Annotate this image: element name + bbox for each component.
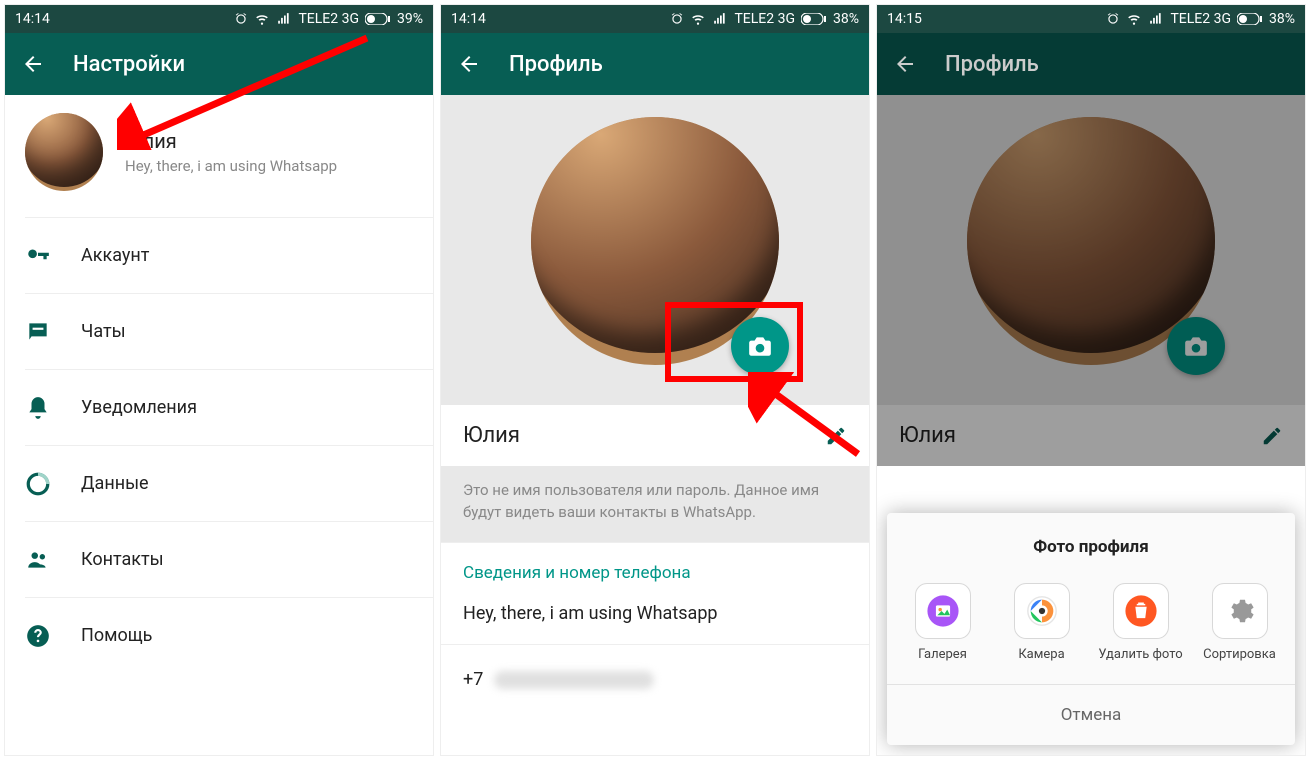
camera-icon [747,333,773,359]
menu-data[interactable]: Данные [25,445,433,521]
pencil-icon[interactable] [825,425,847,447]
status-time: 14:14 [451,11,486,27]
battery-percent: 38% [833,11,859,27]
profile-photo-section [441,95,869,405]
key-icon [25,243,51,269]
dialog-option-gallery[interactable]: Галерея [898,583,988,662]
about-value[interactable]: Hey, there, i am using Whatsapp [441,591,869,644]
dialog-cancel-button[interactable]: Отмена [887,684,1295,745]
wifi-icon [254,12,270,26]
name-value: Юлия [899,423,956,448]
battery-icon [801,13,827,25]
profile-photo-section [877,95,1305,405]
menu-account[interactable]: Аккаунт [25,217,433,293]
menu-label: Контакты [81,549,164,570]
gear-icon [1212,583,1268,639]
phone-row[interactable]: +7 [441,644,869,710]
help-icon [25,623,51,649]
dialog-title: Фото профиля [887,513,1295,565]
menu-label: Аккаунт [81,245,149,266]
contacts-icon [25,547,51,573]
carrier-label: TELE2 3G [734,11,795,27]
change-photo-button[interactable] [731,317,789,375]
name-row: Юлия [877,405,1305,466]
menu-label: Данные [81,473,149,494]
status-bar: 14:15 TELE2 3G 38% [877,5,1305,33]
app-header: Настройки [5,33,433,95]
carrier-label: TELE2 3G [298,11,359,27]
menu-label: Уведомления [81,397,197,418]
signal-icon [712,12,728,26]
app-header: Профиль [441,33,869,95]
status-time: 14:14 [15,11,50,27]
photo-dialog: Фото профиля Галерея Камера Удалить фото [887,513,1295,745]
option-label: Сортировка [1203,647,1276,662]
camera-color-icon [1014,583,1070,639]
change-photo-button [1167,317,1225,375]
wifi-icon [690,12,706,26]
menu-notifications[interactable]: Уведомления [25,369,433,445]
option-label: Галерея [918,647,967,662]
dialog-options: Галерея Камера Удалить фото Сортировка [887,565,1295,684]
alarm-icon [234,12,248,26]
dialog-option-camera[interactable]: Камера [997,583,1087,662]
gallery-icon [915,583,971,639]
carrier-label: TELE2 3G [1170,11,1231,27]
menu-label: Помощь [81,625,152,646]
header-title: Профиль [509,52,603,77]
back-arrow-icon[interactable] [893,52,917,76]
menu-help[interactable]: Помощь [25,597,433,673]
header-title: Настройки [73,52,185,77]
pencil-icon [1261,425,1283,447]
alarm-icon [670,12,684,26]
profile-row[interactable]: Юлия Hey, there, i am using Whatsapp [5,95,433,217]
back-arrow-icon[interactable] [21,52,45,76]
name-row[interactable]: Юлия [441,405,869,466]
trash-icon [1113,583,1169,639]
status-bar: 14:14 TELE2 3G 38% [441,5,869,33]
name-value: Юлия [463,423,520,448]
settings-menu: Аккаунт Чаты Уведомления Данные Контакты… [5,217,433,673]
name-hint: Это не имя пользователя или пароль. Данн… [441,466,869,542]
status-time: 14:15 [887,11,922,27]
signal-icon [276,12,292,26]
menu-chats[interactable]: Чаты [25,293,433,369]
profile-info: Юлия Hey, there, i am using Whatsapp [125,129,337,175]
battery-icon [1237,13,1263,25]
chat-icon [25,319,51,345]
screen-profile-dialog: 14:15 TELE2 3G 38% Профиль Юлия Фото про… [876,4,1306,756]
profile-name: Юлия [125,129,337,153]
status-bar: 14:14 TELE2 3G 39% [5,5,433,33]
screen-profile: 14:14 TELE2 3G 38% Профиль Юлия Это не и… [440,4,870,756]
option-label: Камера [1018,647,1064,662]
dialog-option-sort[interactable]: Сортировка [1195,583,1285,662]
option-label: Удалить фото [1098,647,1182,662]
back-arrow-icon[interactable] [457,52,481,76]
alarm-icon [1106,12,1120,26]
battery-percent: 38% [1269,11,1295,27]
bell-icon [25,395,51,421]
battery-percent: 39% [397,11,423,27]
avatar[interactable] [25,113,103,191]
menu-label: Чаты [81,321,126,342]
app-header: Профиль [877,33,1305,95]
profile-status: Hey, there, i am using Whatsapp [125,157,337,175]
header-title: Профиль [945,52,1039,77]
camera-icon [1183,333,1209,359]
data-icon [25,471,51,497]
phone-prefix: +7 [463,669,483,690]
signal-icon [1148,12,1164,26]
battery-icon [365,13,391,25]
screen-settings: 14:14 TELE2 3G 39% Настройки Юлия Hey, t… [4,4,434,756]
section-about-phone: Сведения и номер телефона [441,542,869,591]
phone-number-redacted [494,671,654,689]
menu-contacts[interactable]: Контакты [25,521,433,597]
wifi-icon [1126,12,1142,26]
dialog-option-delete[interactable]: Удалить фото [1096,583,1186,662]
